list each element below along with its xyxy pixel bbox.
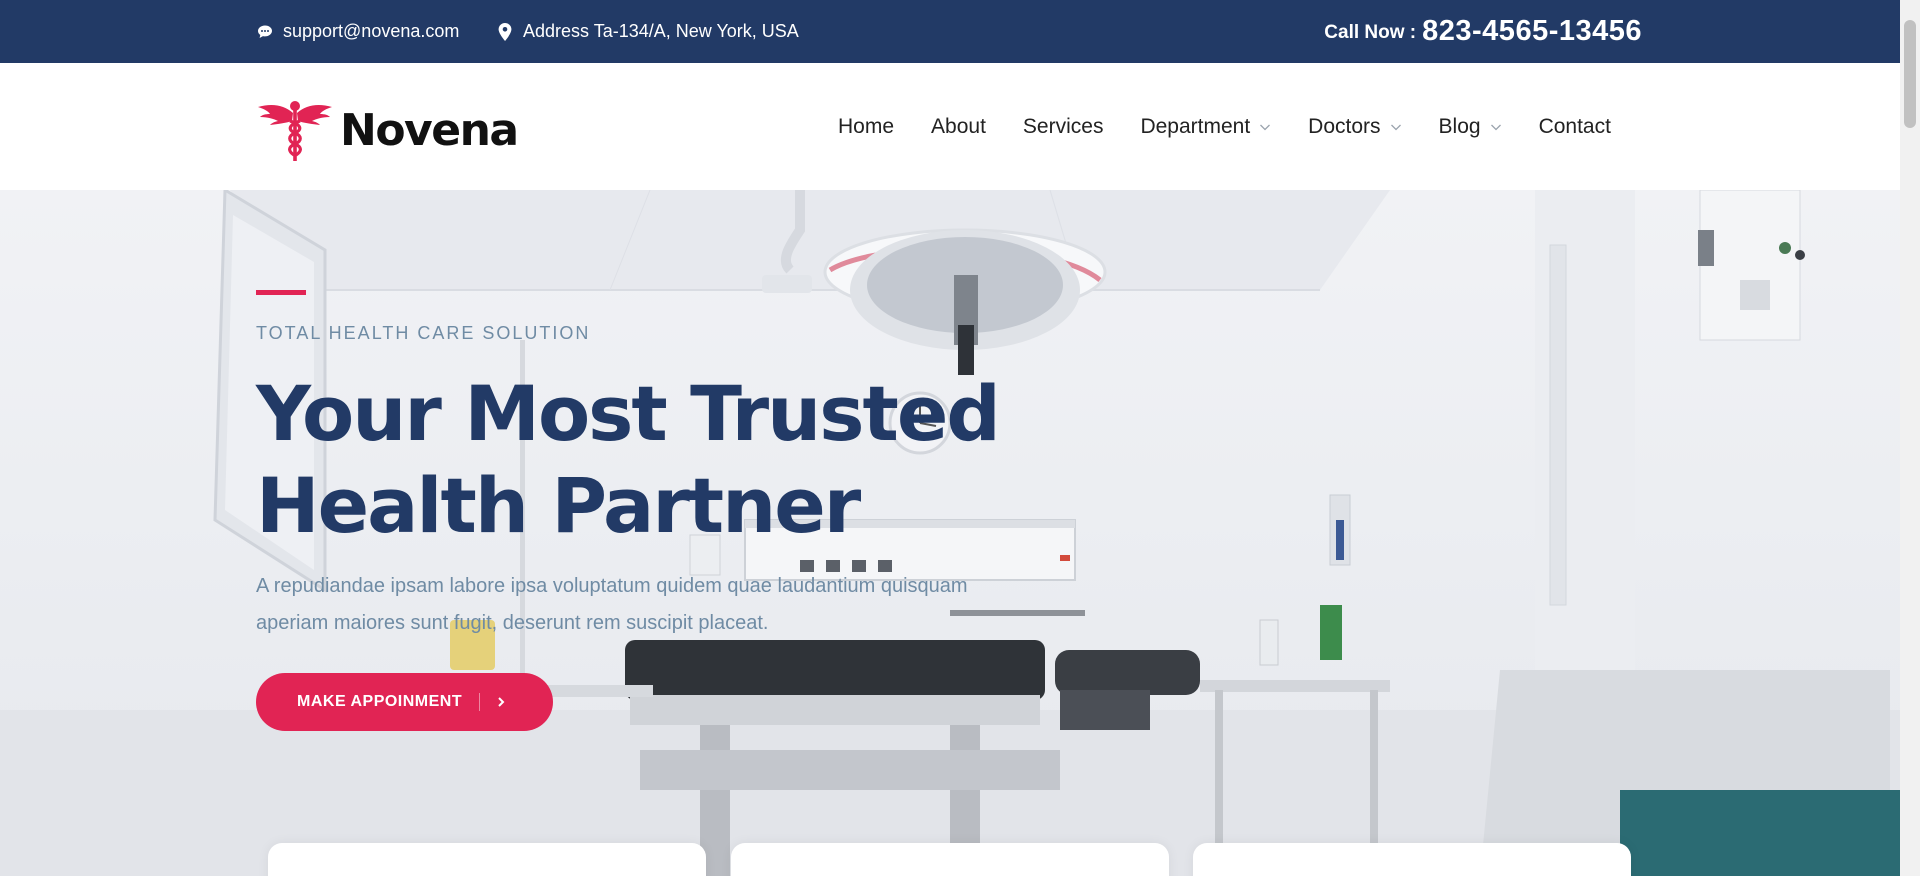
primary-nav: Home About Services Department Doctors B… <box>838 63 1611 190</box>
nav-label-blog[interactable]: Blog <box>1439 115 1481 139</box>
caduceus-icon <box>256 99 334 161</box>
topbar-email-text[interactable]: support@novena.com <box>283 21 459 42</box>
feature-card-2 <box>731 843 1169 876</box>
hero-title-line-2: Health Partner <box>256 461 861 550</box>
topbar-email[interactable]: support@novena.com <box>256 0 459 63</box>
nav-label-about[interactable]: About <box>931 115 986 139</box>
nav-item-services[interactable]: Services <box>1023 115 1104 139</box>
hero-section: TOTAL HEALTH CARE SOLUTION Your Most Tru… <box>0 190 1900 876</box>
top-bar: support@novena.com Address Ta-134/A, New… <box>0 0 1900 63</box>
topbar-call[interactable]: Call Now : 823-4565-13456 <box>1324 0 1642 63</box>
nav-item-about[interactable]: About <box>931 115 986 139</box>
feature-card-1 <box>268 843 706 876</box>
map-pin-icon <box>496 22 514 41</box>
topbar-address: Address Ta-134/A, New York, USA <box>496 0 799 63</box>
make-appointment-label[interactable]: MAKE APPOINMENT <box>297 693 462 711</box>
nav-item-home[interactable]: Home <box>838 115 894 139</box>
hero-eyebrow: TOTAL HEALTH CARE SOLUTION <box>256 323 591 343</box>
nav-item-doctors[interactable]: Doctors <box>1308 115 1401 139</box>
main-navbar: Novena Home About Services Department Do… <box>0 63 1900 190</box>
nav-label-home[interactable]: Home <box>838 115 894 139</box>
page-scrollbar[interactable] <box>1900 0 1920 876</box>
chevron-down-icon[interactable] <box>1490 121 1502 133</box>
nav-label-contact[interactable]: Contact <box>1539 115 1611 139</box>
hero-title: Your Most Trusted Health Partner <box>256 368 1056 552</box>
hero-title-line-1: Your Most Trusted <box>256 369 1001 458</box>
call-number[interactable]: 823-4565-13456 <box>1422 15 1642 48</box>
scrollbar-thumb[interactable] <box>1904 20 1916 128</box>
chevron-down-icon[interactable] <box>1259 121 1271 133</box>
nav-item-department[interactable]: Department <box>1140 115 1271 139</box>
chevron-right-icon[interactable] <box>496 696 506 708</box>
chevron-down-icon[interactable] <box>1390 121 1402 133</box>
topbar-address-text: Address Ta-134/A, New York, USA <box>523 21 799 41</box>
brand-logo[interactable]: Novena <box>256 99 519 161</box>
nav-label-services[interactable]: Services <box>1023 115 1104 139</box>
brand-name: Novena <box>340 104 519 156</box>
nav-item-contact[interactable]: Contact <box>1539 115 1611 139</box>
hero-description: A repudiandae ipsam labore ipsa voluptat… <box>256 575 968 634</box>
nav-label-doctors[interactable]: Doctors <box>1308 115 1380 139</box>
accent-divider <box>256 290 306 295</box>
make-appointment-button[interactable]: MAKE APPOINMENT <box>256 673 553 731</box>
chat-bubble-icon <box>256 23 274 41</box>
button-divider <box>479 693 481 711</box>
nav-label-department[interactable]: Department <box>1140 115 1250 139</box>
feature-card-3 <box>1193 843 1631 876</box>
nav-item-blog[interactable]: Blog <box>1439 115 1502 139</box>
call-label: Call Now : <box>1324 22 1417 43</box>
